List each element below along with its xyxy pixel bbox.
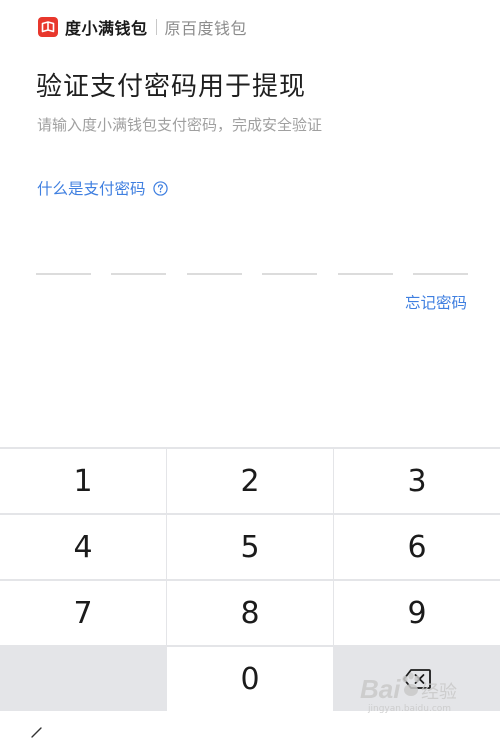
keypad-key-0[interactable]: 0 bbox=[167, 647, 333, 711]
page-subtitle: 请输入度小满钱包支付密码，完成安全验证 bbox=[37, 116, 323, 134]
baidu-jingyan-watermark: Bai 经验 jingyan.baidu.com bbox=[360, 672, 457, 714]
brand-divider bbox=[155, 19, 157, 35]
svg-text:Bai: Bai bbox=[360, 674, 401, 704]
keypad-key-3[interactable]: 3 bbox=[334, 449, 500, 513]
forgot-password-link[interactable]: 忘记密码 bbox=[405, 291, 467, 313]
password-input[interactable] bbox=[36, 273, 468, 279]
what-is-payment-password-link[interactable]: 什么是支付密码 bbox=[37, 177, 168, 199]
help-link-label: 什么是支付密码 bbox=[37, 180, 146, 198]
wallet-logo-icon bbox=[38, 17, 58, 37]
password-digit-slot bbox=[36, 273, 91, 275]
password-digit-slot bbox=[337, 273, 393, 275]
question-circle-icon bbox=[152, 180, 168, 196]
brand-name: 度小满钱包 bbox=[65, 19, 148, 38]
payment-password-screen: 度小满钱包 原百度钱包 验证支付密码用于提现 请输入度小满钱包支付密码，完成安全… bbox=[0, 0, 500, 738]
bottom-bar bbox=[0, 711, 500, 738]
password-digit-slot bbox=[186, 273, 242, 275]
keypad-key-1[interactable]: 1 bbox=[0, 449, 166, 513]
keypad-key-9[interactable]: 9 bbox=[334, 581, 500, 645]
keypad-key-6[interactable]: 6 bbox=[334, 515, 500, 579]
keypad-blank-key bbox=[0, 647, 166, 711]
svg-text:经验: 经验 bbox=[421, 682, 457, 703]
brand-header: 度小满钱包 原百度钱包 bbox=[38, 15, 247, 39]
password-digit-slot bbox=[413, 273, 468, 275]
keypad-key-5[interactable]: 5 bbox=[167, 515, 333, 579]
back-arrow-icon[interactable] bbox=[30, 726, 48, 738]
keypad-key-8[interactable]: 8 bbox=[167, 581, 333, 645]
watermark-url: jingyan.baidu.com bbox=[367, 704, 451, 714]
password-digit-slot bbox=[262, 273, 318, 275]
brand-subtitle: 原百度钱包 bbox=[164, 19, 248, 38]
keypad-key-4[interactable]: 4 bbox=[0, 515, 166, 579]
page-title: 验证支付密码用于提现 bbox=[36, 72, 307, 102]
password-digit-slot bbox=[111, 273, 167, 275]
keypad-key-2[interactable]: 2 bbox=[167, 449, 333, 513]
keypad-key-7[interactable]: 7 bbox=[0, 581, 166, 645]
